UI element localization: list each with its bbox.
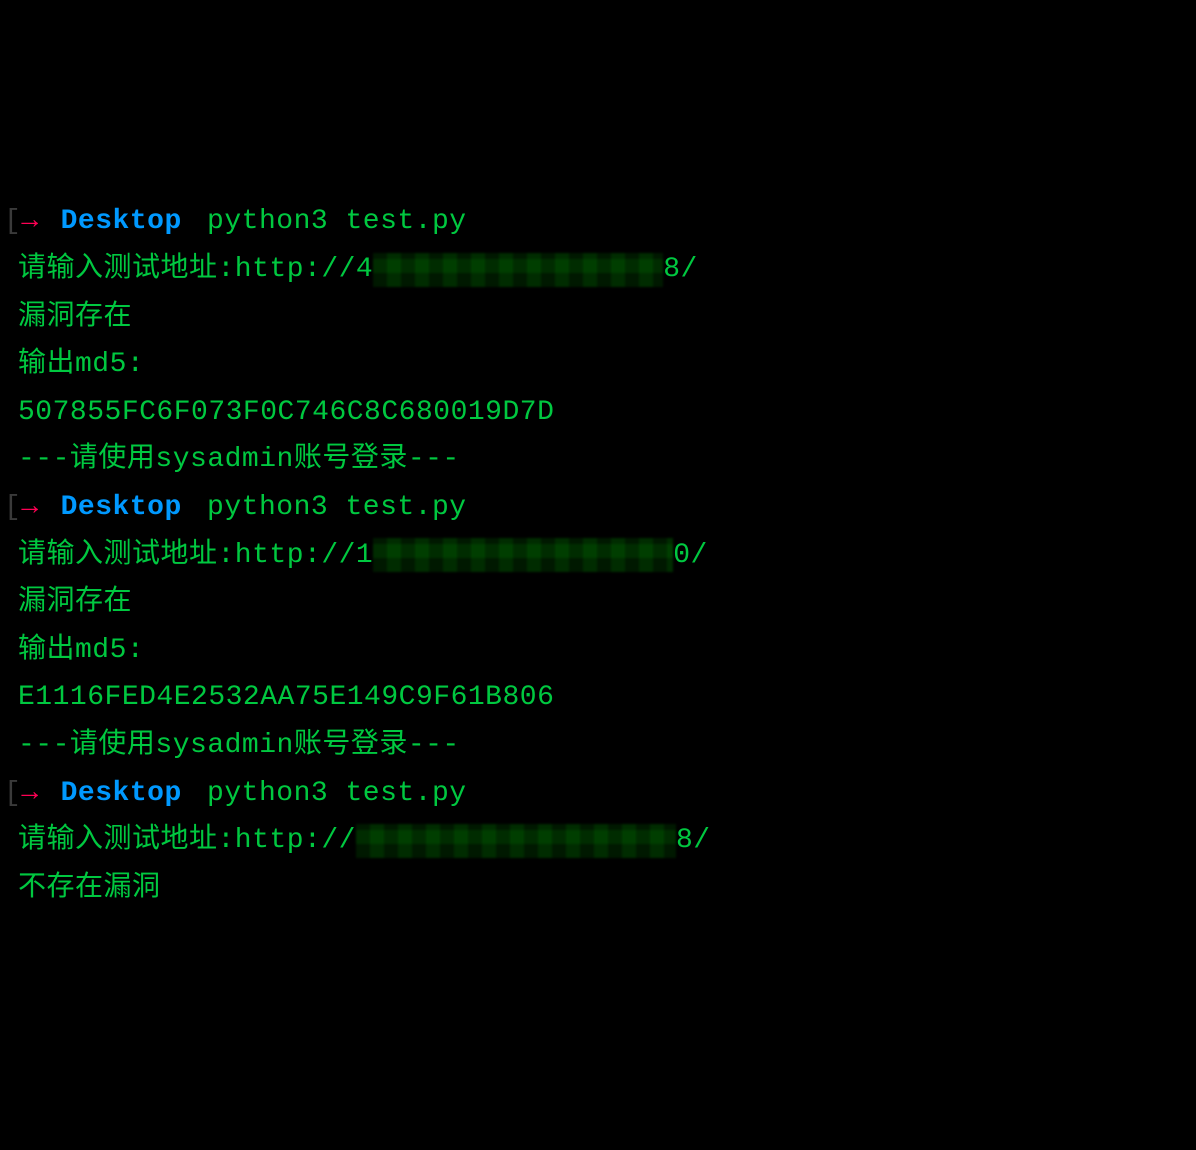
output-line: ---请使用sysadmin账号登录--- <box>18 436 1196 484</box>
prompt-line: [→ Desktop python3 test.py <box>4 770 1196 818</box>
output-line: E1116FED4E2532AA75E149C9F61B806 <box>18 674 1196 722</box>
output-line: 输出md5: <box>18 341 1196 389</box>
bracket-open: [ <box>4 770 21 818</box>
command-text: python3 test.py <box>190 198 467 246</box>
output-line: 漏洞存在 <box>18 294 1196 342</box>
url-prefix: 请输入测试地址:http://1 <box>18 532 373 580</box>
prompt-line: [→ Desktop python3 test.py <box>4 484 1196 532</box>
redacted-ip <box>373 538 673 572</box>
url-prefix: 请输入测试地址:http://4 <box>18 246 373 294</box>
output-line: 507855FC6F073F0C746C8C680019D7D <box>18 389 1196 437</box>
output-line: 请输入测试地址:http://4 8/ <box>18 246 1196 294</box>
current-directory: Desktop <box>61 484 182 532</box>
url-suffix: 8/ <box>663 246 698 294</box>
output-line: 请输入测试地址:http:// 8/ <box>18 817 1196 865</box>
terminal-output[interactable]: [→Desktop python3 test.py请输入测试地址:http://… <box>18 198 1196 912</box>
arrow-icon: → <box>21 770 38 818</box>
arrow-icon: → <box>21 198 38 246</box>
url-line: 请输入测试地址:http://1 0/ <box>18 532 708 580</box>
output-line: 不存在漏洞 <box>18 865 1196 913</box>
redacted-ip <box>356 824 676 858</box>
url-prefix: 请输入测试地址:http:// <box>18 817 356 865</box>
output-line: 请输入测试地址:http://1 0/ <box>18 532 1196 580</box>
output-line: 漏洞存在 <box>18 579 1196 627</box>
url-line: 请输入测试地址:http:// 8/ <box>18 817 711 865</box>
url-suffix: 8/ <box>676 817 711 865</box>
command-text: python3 test.py <box>190 770 467 818</box>
url-suffix: 0/ <box>673 532 708 580</box>
arrow-icon: → <box>21 484 38 532</box>
command-text: python3 test.py <box>190 484 467 532</box>
bracket-open: [ <box>4 484 21 532</box>
current-directory: Desktop <box>61 770 182 818</box>
output-line: 输出md5: <box>18 627 1196 675</box>
output-line: ---请使用sysadmin账号登录--- <box>18 722 1196 770</box>
url-line: 请输入测试地址:http://4 8/ <box>18 246 698 294</box>
bracket-open: [ <box>4 198 21 246</box>
current-directory: Desktop <box>61 198 182 246</box>
prompt-line: [→ Desktop python3 test.py <box>4 198 1196 246</box>
redacted-ip <box>373 253 663 287</box>
